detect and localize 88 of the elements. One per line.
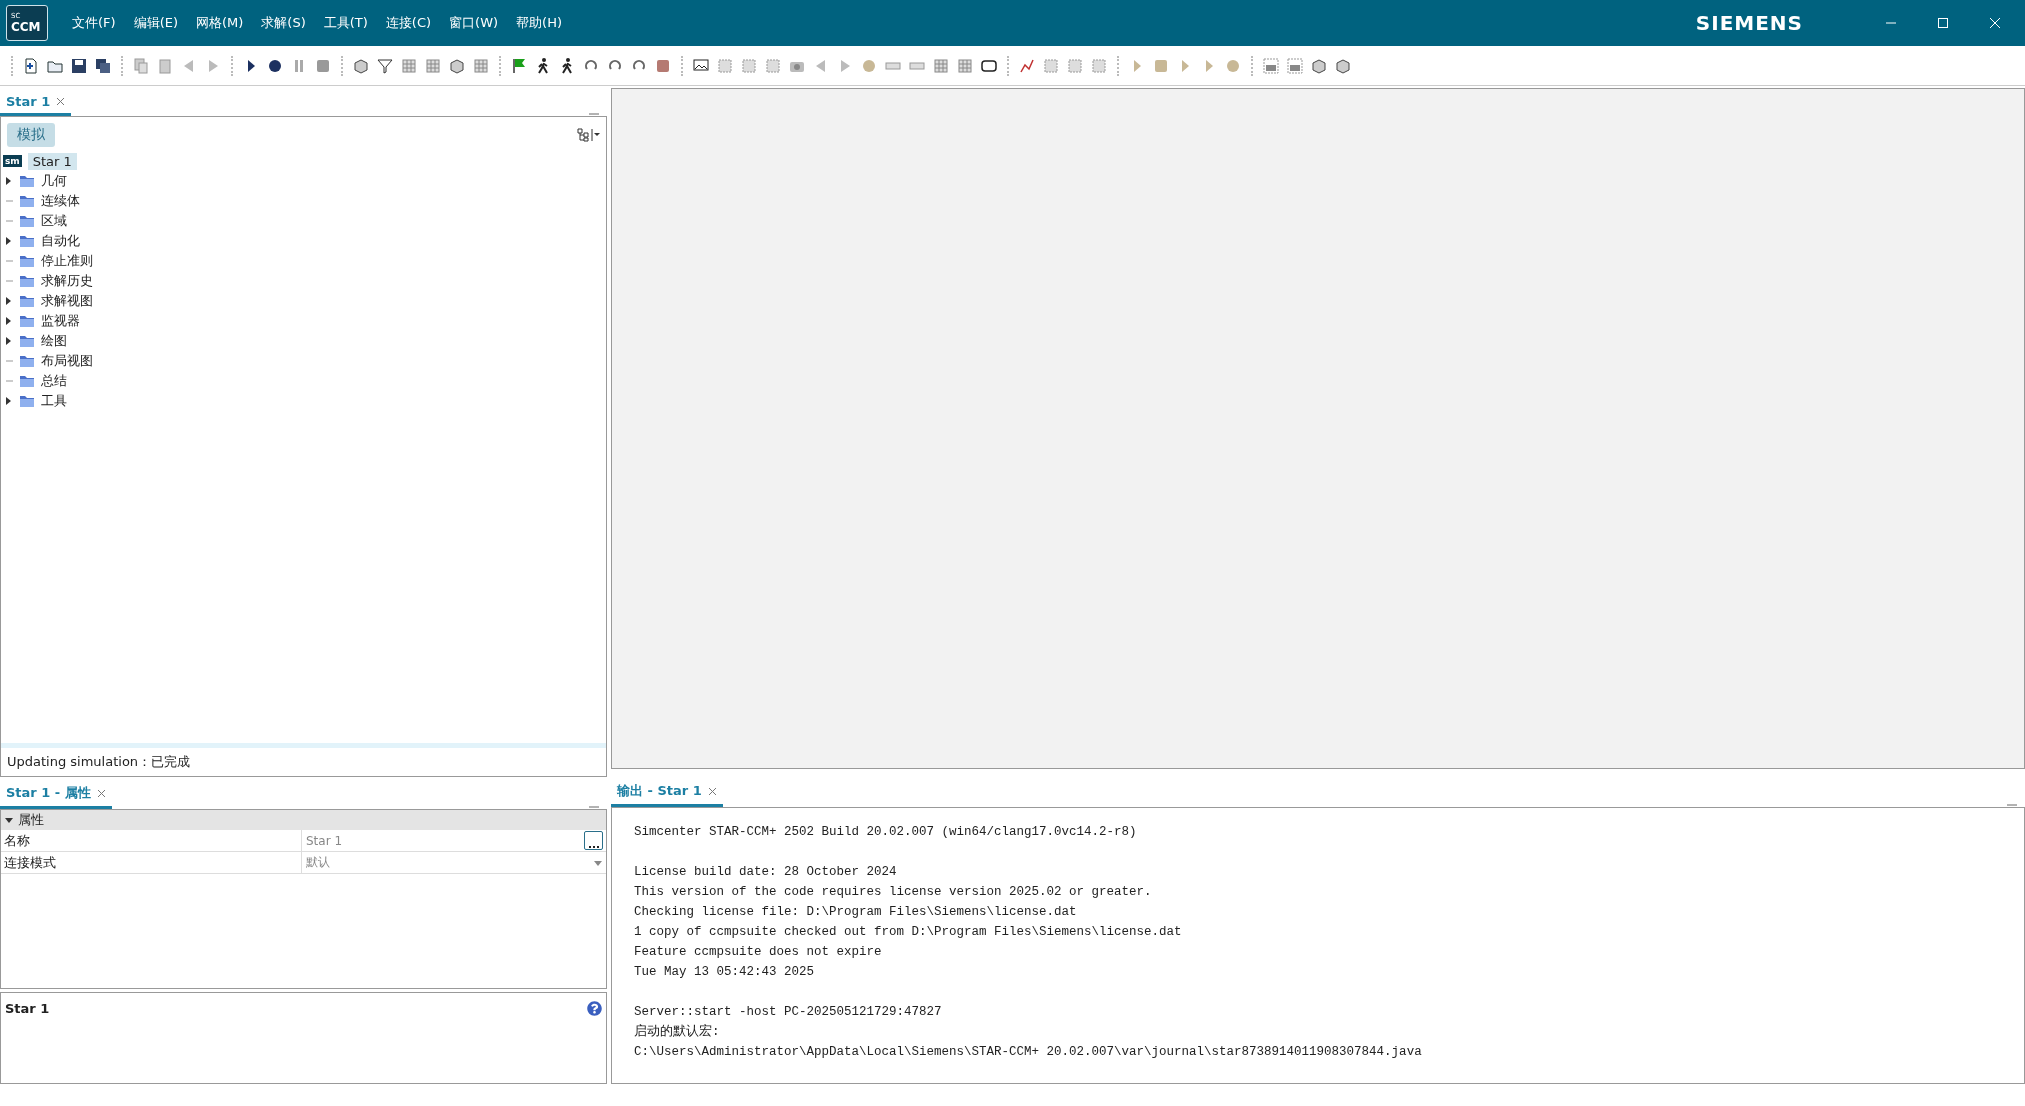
expand-arrow-icon[interactable] (5, 396, 13, 406)
property-name: 名称 (3, 831, 31, 850)
ellipsis-button[interactable] (584, 831, 603, 850)
section-header[interactable]: 属性 (18, 811, 44, 829)
close-icon[interactable] (707, 786, 717, 796)
grid-icon[interactable] (932, 56, 950, 75)
grid-icon[interactable] (956, 56, 974, 75)
selection-icon[interactable] (1066, 56, 1084, 75)
folder-icon (19, 174, 35, 188)
property-value[interactable]: Star 1 (306, 833, 343, 848)
save-icon[interactable] (70, 56, 88, 75)
mesh-icon[interactable] (400, 56, 418, 75)
simulation-icon: sm (3, 155, 22, 167)
output-line: Simcenter STAR-CCM+ 2502 Build 20.02.007 (win64/clang17.0vc14.2-r8) (634, 824, 1138, 841)
tree-item[interactable]: 工具 (41, 392, 67, 410)
menu-item[interactable]: 连接(C) (377, 10, 440, 36)
pane-icon[interactable] (1286, 56, 1304, 75)
frame-icon[interactable] (740, 56, 758, 75)
clipboard-icon[interactable] (156, 56, 174, 75)
new-file-icon[interactable] (22, 56, 40, 75)
menu-item[interactable]: 求解(S) (253, 10, 314, 36)
brand-name: SIEMENS (1695, 11, 1803, 35)
tree-item[interactable]: 几何 (41, 172, 67, 190)
tree-item[interactable]: 停止准则 (41, 252, 93, 270)
tree-item[interactable]: Star 1 (27, 152, 77, 170)
property-name: 连接模式 (3, 853, 57, 872)
expand-arrow-icon[interactable] (5, 316, 13, 326)
expand-arrow-icon[interactable] (5, 296, 13, 306)
save-all-icon[interactable] (94, 56, 112, 75)
close-icon[interactable] (56, 97, 66, 106)
tree-item[interactable]: 区域 (41, 212, 67, 230)
folder-icon (19, 214, 35, 228)
tree-item[interactable]: 布局视图 (41, 352, 93, 370)
status-message: Updating simulation：已完成 (1, 743, 606, 776)
folder-icon (19, 234, 35, 248)
dropdown-arrow-icon[interactable] (593, 858, 603, 867)
folder-icon (19, 254, 35, 268)
selection-icon[interactable] (764, 56, 782, 75)
folder-icon (19, 334, 35, 348)
output-line: Checking license file: D:\Program Files\Siemens\license.dat (634, 904, 1078, 921)
view-tab[interactable]: 模拟 (7, 123, 55, 147)
pane-icon[interactable] (1262, 56, 1280, 75)
output-line: 1 copy of ccmpsuite checked out from D:\Program Files\Siemens\license.dat (634, 924, 1183, 941)
mesh-icon[interactable] (472, 56, 490, 75)
menu-item[interactable]: 网格(M) (188, 10, 252, 36)
expand-arrow-icon[interactable] (5, 176, 13, 186)
folder-icon (19, 314, 35, 328)
frame-icon[interactable] (1042, 56, 1060, 75)
expand-arrow-icon[interactable] (5, 336, 13, 346)
output-line: Tue May 13 05:42:43 2025 (634, 964, 816, 981)
hierarchy-icon[interactable] (576, 128, 600, 142)
ellipsis-icon[interactable] (588, 843, 599, 849)
collapse-arrow-icon[interactable] (4, 816, 14, 824)
menu-item[interactable]: 编辑(E) (125, 10, 186, 36)
output-line: C:\Users\Administrator\AppData\Local\Siemens\STAR-CCM+ 20.02.007\var\journal\star8738914011908307844.java (634, 1044, 1423, 1061)
help-icon[interactable] (587, 1001, 602, 1016)
close-icon[interactable] (96, 788, 106, 798)
output-line: Feature ccmpsuite does not expire (634, 944, 883, 961)
menu-item[interactable]: 文件(F) (64, 10, 124, 36)
folder-icon (19, 354, 35, 368)
folder-icon (19, 374, 35, 388)
mesh-icon[interactable] (424, 56, 442, 75)
description-title: Star 1 (5, 1001, 50, 1016)
tree-item[interactable]: 总结 (41, 372, 67, 390)
maximize-icon[interactable] (1937, 17, 1949, 29)
copy-icon[interactable] (132, 56, 150, 75)
funnel-icon[interactable] (376, 56, 394, 75)
output-line: Server::start -host PC-202505121729:47827 (634, 1004, 943, 1021)
folder-icon (19, 194, 35, 208)
output-line: 启动的默认宏: (634, 1023, 721, 1041)
tree-item[interactable]: 绘图 (41, 332, 67, 350)
tree-item[interactable]: 求解历史 (41, 272, 93, 290)
folder-icon (19, 274, 35, 288)
tree-item[interactable]: 连续体 (41, 192, 80, 210)
property-value[interactable]: 默认 (306, 854, 330, 871)
tree-item[interactable]: 自动化 (41, 232, 80, 250)
folder-icon (19, 294, 35, 308)
frame-icon[interactable] (716, 56, 734, 75)
flag-icon[interactable] (510, 56, 528, 75)
tree-item[interactable]: 监视器 (41, 312, 80, 330)
menu-item[interactable]: 工具(T) (315, 10, 376, 36)
folder-icon (19, 394, 35, 408)
expand-arrow-icon[interactable] (5, 236, 13, 246)
output-line: License build date: 28 October 2024 (634, 864, 898, 881)
tree-item[interactable]: 求解视图 (41, 292, 93, 310)
menu-item[interactable]: 窗口(W) (441, 10, 507, 36)
output-line: This version of the code requires license version 2025.02 or greater. (634, 884, 1153, 901)
menu-item[interactable]: 帮助(H) (508, 10, 570, 36)
